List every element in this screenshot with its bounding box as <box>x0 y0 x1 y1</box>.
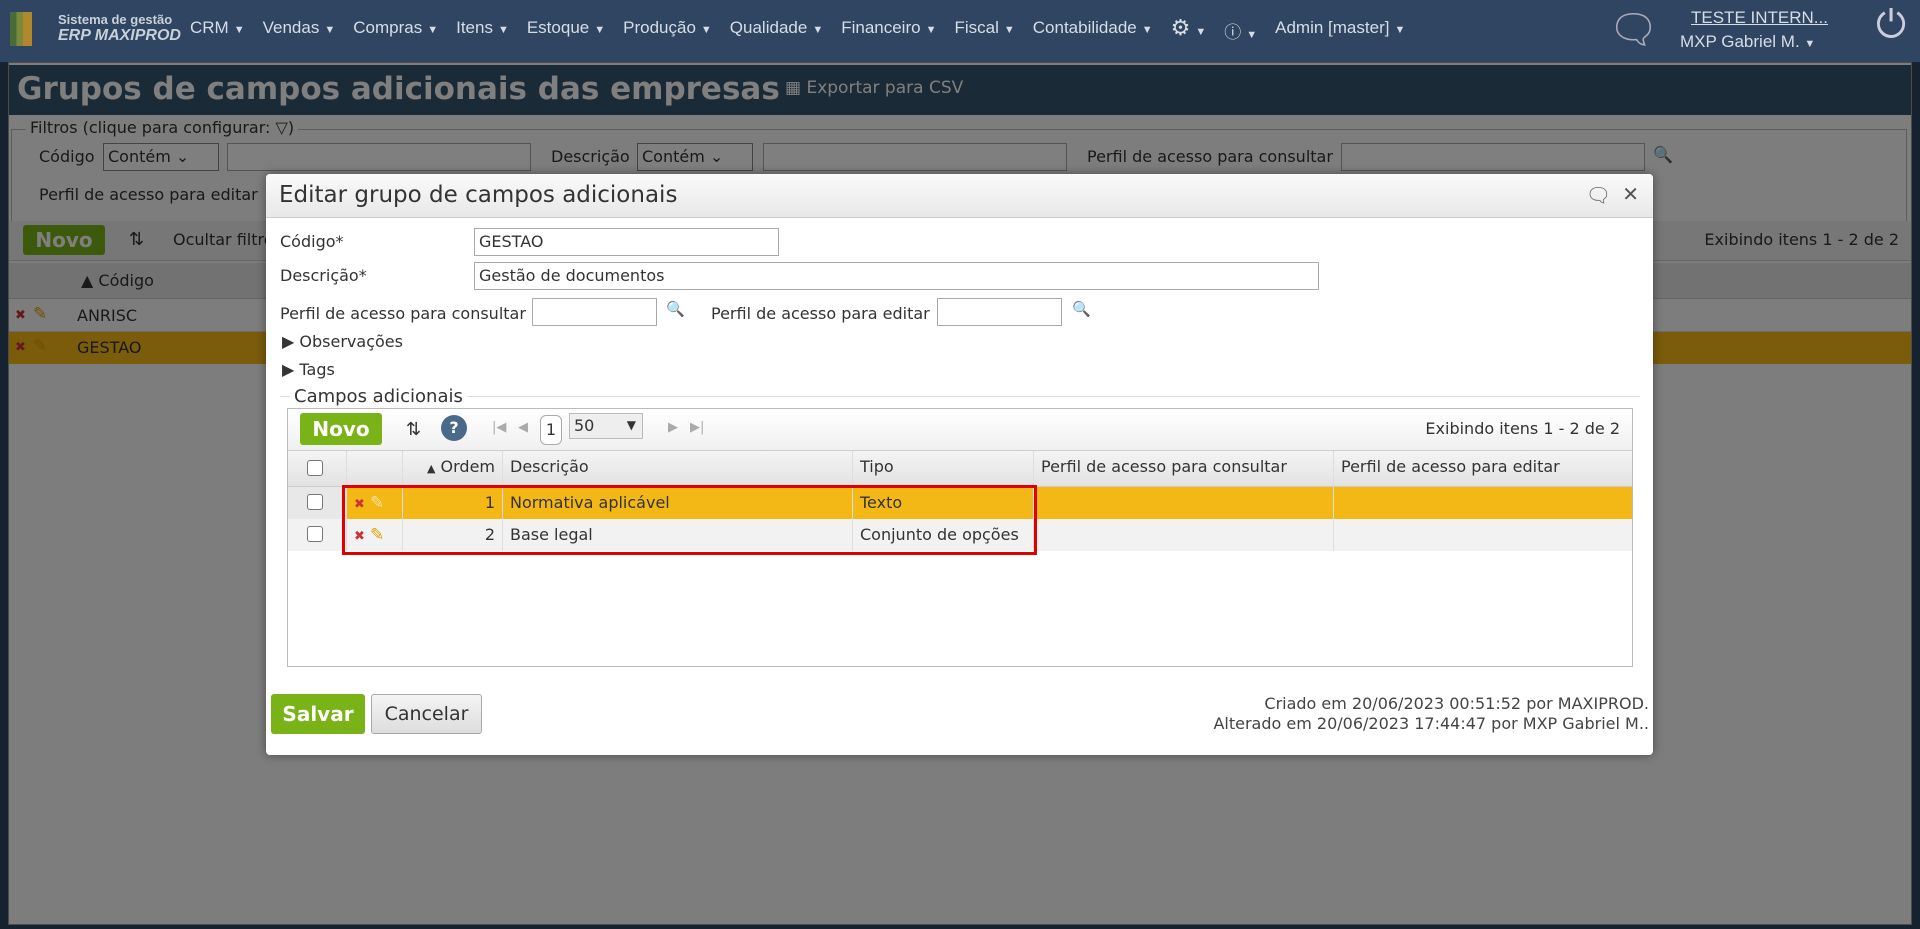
main-menu: CRM ▼ Vendas ▼ Compras ▼ Itens ▼ Estoque ▼ Pr… <box>190 15 1405 43</box>
cancel-button[interactable]: Cancelar <box>371 694 482 734</box>
menu-estoque[interactable]: Estoque ▼ <box>527 18 605 43</box>
column-tipo[interactable]: Tipo <box>853 451 1034 486</box>
column-perfil-consultar[interactable]: Perfil de acesso para consultar <box>1034 451 1334 486</box>
tags-toggle[interactable]: ▶ Tags <box>282 360 335 379</box>
audit-info: Criado em 20/06/2023 00:51:52 por MAXIPR… <box>1213 694 1649 733</box>
menu-producao[interactable]: Produção ▼ <box>623 18 712 43</box>
perfil-editar-label: Perfil de acesso para editar <box>711 304 930 323</box>
section-title: Campos adicionais <box>290 386 467 407</box>
column-descricao[interactable]: Descrição <box>503 451 853 486</box>
last-page-icon[interactable]: ▶| <box>690 420 704 435</box>
prev-page-icon[interactable]: ◀ <box>518 420 528 435</box>
next-page-icon[interactable]: ▶ <box>668 420 678 435</box>
menu-compras[interactable]: Compras ▼ <box>353 18 438 43</box>
search-icon[interactable]: 🔍 <box>666 300 685 318</box>
caret-right-icon: ▶ <box>282 332 295 351</box>
menu-qualidade[interactable]: Qualidade ▼ <box>730 18 823 43</box>
chat-icon[interactable]: 🗨 <box>1608 6 1659 53</box>
menu-fiscal[interactable]: Fiscal ▼ <box>954 18 1014 43</box>
page-size-select[interactable]: 50 ▼ <box>569 413 643 439</box>
highlight-box <box>342 485 1037 555</box>
descricao-input[interactable]: Gestão de documentos <box>474 262 1319 290</box>
menu-vendas[interactable]: Vendas ▼ <box>263 18 336 43</box>
page-number-input[interactable]: 1 <box>540 415 562 445</box>
search-icon[interactable]: 🔍 <box>1072 300 1091 318</box>
dialog-titlebar: Editar grupo de campos adicionais 🗨 ✕ <box>266 174 1653 218</box>
company-link[interactable]: TESTE INTERN... <box>1691 8 1828 28</box>
menu-itens[interactable]: Itens ▼ <box>456 18 509 43</box>
refresh-icon[interactable]: ⇅ <box>406 419 421 440</box>
perfil-consultar-label: Perfil de acesso para consultar <box>280 304 526 323</box>
power-icon[interactable]: ⏻ <box>1876 4 1906 47</box>
caret-right-icon: ▶ <box>282 360 295 379</box>
items-count: Exibindo itens 1 - 2 de 2 <box>1425 419 1620 438</box>
fields-grid: Novo ⇅ ? |◀ ◀ 1 50 ▼ ▶ ▶| Exibindo itens … <box>287 408 1633 667</box>
perfil-editar-input[interactable] <box>937 298 1062 326</box>
dialog-title: Editar grupo de campos adicionais <box>279 182 678 208</box>
help-icon[interactable]: ? <box>441 415 467 441</box>
save-button[interactable]: Salvar <box>271 694 365 734</box>
top-nav: Sistema de gestão ERP MAXIPROD CRM ▼ Venda… <box>0 0 1920 62</box>
first-page-icon[interactable]: |◀ <box>492 420 506 435</box>
menu-admin[interactable]: Admin [master] ▼ <box>1275 18 1405 43</box>
row-checkbox[interactable] <box>307 494 323 510</box>
codigo-input[interactable]: GESTAO <box>474 228 779 256</box>
observacoes-toggle[interactable]: ▶ Observações <box>282 332 403 351</box>
brand: Sistema de gestão ERP MAXIPROD <box>58 12 181 44</box>
user-menu[interactable]: MXP Gabriel M. ▼ <box>1680 32 1815 52</box>
grid-new-button[interactable]: Novo <box>300 413 382 445</box>
column-perfil-editar[interactable]: Perfil de acesso para editar <box>1334 451 1632 486</box>
menu-contabilidade[interactable]: Contabilidade ▼ <box>1033 18 1153 43</box>
close-icon[interactable]: ✕ <box>1622 182 1639 206</box>
comment-icon[interactable]: 🗨 <box>1586 183 1611 207</box>
grid-toolbar: Novo ⇅ ? |◀ ◀ 1 50 ▼ ▶ ▶| Exibindo itens … <box>288 409 1632 451</box>
logo <box>10 12 32 46</box>
edit-dialog: Editar grupo de campos adicionais 🗨 ✕ Có… <box>266 174 1653 755</box>
descricao-label: Descrição* <box>280 266 367 285</box>
menu-financeiro[interactable]: Financeiro ▼ <box>841 18 936 43</box>
help-icon[interactable]: ⓘ ▼ <box>1224 18 1257 43</box>
grid-header: ▲ Ordem Descrição Tipo Perfil de acesso … <box>288 451 1632 487</box>
gear-icon[interactable]: ⚙ ▼ <box>1171 15 1207 43</box>
perfil-consultar-input[interactable] <box>532 298 657 326</box>
column-ordem[interactable]: ▲ Ordem <box>403 451 503 486</box>
select-all-checkbox[interactable] <box>307 460 323 476</box>
menu-crm[interactable]: CRM ▼ <box>190 18 245 43</box>
codigo-label: Código* <box>280 232 344 251</box>
section-divider <box>280 396 1640 397</box>
row-checkbox[interactable] <box>307 526 323 542</box>
